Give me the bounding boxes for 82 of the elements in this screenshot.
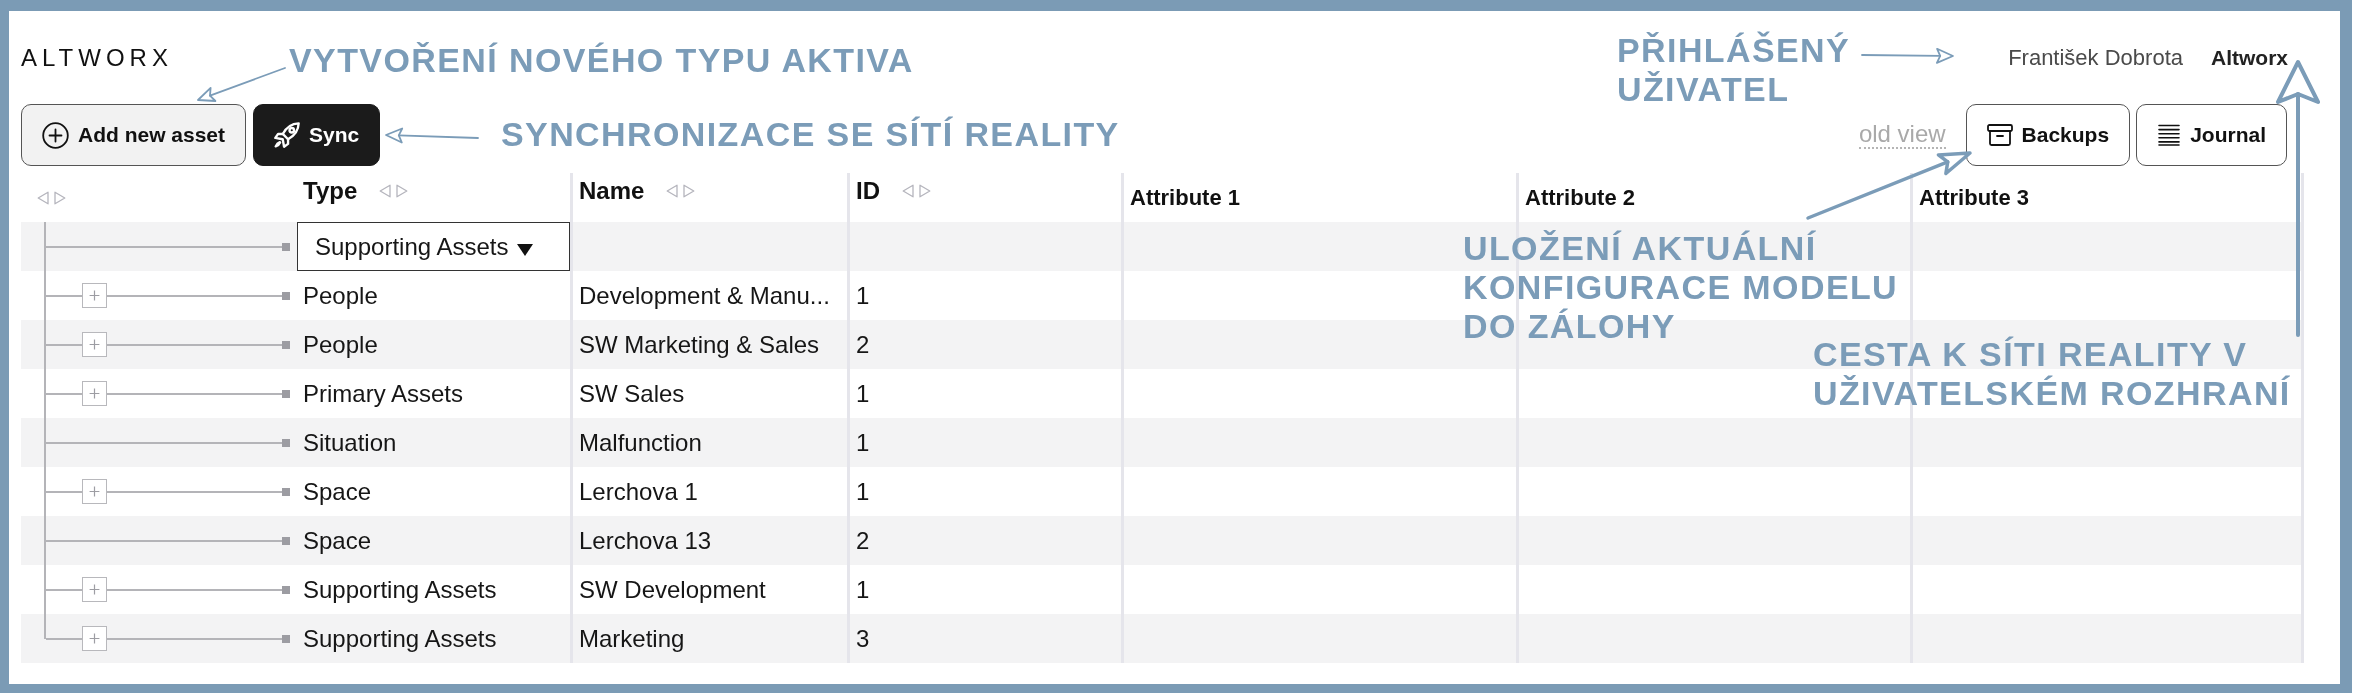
- plus-icon: [89, 633, 100, 644]
- table-cell: Situation: [303, 428, 397, 457]
- left-triangle-icon[interactable]: [379, 184, 392, 198]
- tree-node-icon: [282, 291, 290, 300]
- expand-button[interactable]: [82, 479, 107, 504]
- table-cell: 1: [856, 477, 870, 506]
- annotation-text: VYTVOŘENÍ NOVÉHO TYPU AKTIVA: [289, 41, 914, 80]
- plus-icon: [89, 486, 100, 497]
- tree-node-icon: [282, 340, 290, 349]
- annotation-text: SYNCHRONIZACE SE SÍTÍ REALITY: [501, 115, 1120, 154]
- right-triangle-icon[interactable]: [396, 184, 409, 198]
- tree-branch-line: [46, 637, 82, 640]
- tree-branch-line: [46, 392, 82, 395]
- table-cell: Lerchova 13: [579, 526, 712, 555]
- table-cell: 1: [856, 281, 870, 310]
- column-header: Attribute 3: [1919, 183, 2029, 212]
- plus-icon: [89, 584, 100, 595]
- left-triangle-icon[interactable]: [666, 184, 679, 198]
- table-cell: Development & Manu...: [579, 281, 830, 310]
- plus-icon: [89, 339, 100, 350]
- plus-icon: [89, 290, 100, 301]
- tree-branch-line: [46, 343, 82, 346]
- organization-name: Altworx: [2211, 45, 2288, 70]
- table-cell: 3: [856, 624, 870, 653]
- sync-button[interactable]: Sync: [253, 104, 381, 166]
- table-cell: Supporting Assets: [303, 575, 497, 604]
- type-dropdown[interactable]: Supporting Assets: [297, 222, 570, 271]
- table-cell: 1: [856, 379, 870, 408]
- table-cell: People: [303, 330, 378, 359]
- table-cell: 2: [856, 526, 870, 555]
- tree-node-icon: [282, 242, 290, 251]
- column-header: Type: [303, 177, 358, 205]
- table-cell: People: [303, 281, 378, 310]
- journal-button[interactable]: Journal: [2136, 104, 2287, 166]
- right-triangle-icon[interactable]: [54, 190, 66, 205]
- tree-node-icon: [282, 438, 290, 447]
- backups-button[interactable]: Backups: [1965, 104, 2131, 166]
- table-cell: Malfunction: [579, 428, 702, 457]
- annotation-text: CESTA K SÍTI REALITY V UŽIVATELSKÉM ROZHRANÍ: [1813, 335, 2291, 413]
- text-lines-icon: [2157, 124, 2182, 146]
- archive-box-icon: [1986, 124, 2013, 146]
- tree-branch-line: [46, 490, 82, 493]
- table-cell: 1: [856, 575, 870, 604]
- table-cell: Lerchova 1: [579, 477, 698, 506]
- table-cell: Space: [303, 526, 372, 555]
- right-triangle-icon[interactable]: [683, 184, 696, 198]
- rocket-icon: [274, 122, 301, 148]
- left-triangle-icon[interactable]: [902, 184, 914, 198]
- expand-button[interactable]: [82, 381, 107, 406]
- tree-node-icon: [282, 487, 290, 496]
- user-name: František Dobrota: [2008, 44, 2183, 71]
- table-cell: SW Sales: [579, 379, 685, 408]
- tree-node-icon: [282, 536, 290, 545]
- tree-node-icon: [282, 585, 290, 594]
- add-asset-button[interactable]: Add new asset: [21, 104, 247, 166]
- table-cell: SW Development: [579, 575, 766, 604]
- column-header: Name: [579, 177, 645, 205]
- table-cell: 2: [856, 330, 870, 359]
- column-header: Attribute 2: [1525, 183, 1635, 212]
- logo: ALTWORX: [21, 43, 173, 72]
- column-header: ID: [856, 177, 880, 205]
- caret-icon: [517, 244, 534, 256]
- expand-button[interactable]: [82, 283, 107, 308]
- column-header: Attribute 1: [1130, 183, 1240, 212]
- plus-icon: [89, 388, 100, 399]
- expand-button[interactable]: [82, 577, 107, 602]
- expand-button[interactable]: [82, 332, 107, 357]
- table-cell: 1: [856, 428, 870, 457]
- table-cell: Marketing: [579, 624, 685, 653]
- tree-node-icon: [282, 634, 290, 643]
- right-triangle-icon[interactable]: [919, 184, 931, 198]
- table-cell: Supporting Assets: [303, 624, 497, 653]
- table-cell: Space: [303, 477, 372, 506]
- tree-branch-line: [46, 588, 82, 591]
- left-triangle-icon[interactable]: [37, 190, 49, 205]
- plus-circle-icon: [42, 121, 69, 149]
- annotation-text: PŘIHLÁŠENÝ UŽIVATEL: [1617, 31, 1851, 109]
- tree-node-icon: [282, 389, 290, 398]
- table-cell: Primary Assets: [303, 379, 464, 408]
- tree-branch-line: [46, 294, 82, 297]
- expand-button[interactable]: [82, 626, 107, 651]
- table-cell: SW Marketing & Sales: [579, 330, 820, 359]
